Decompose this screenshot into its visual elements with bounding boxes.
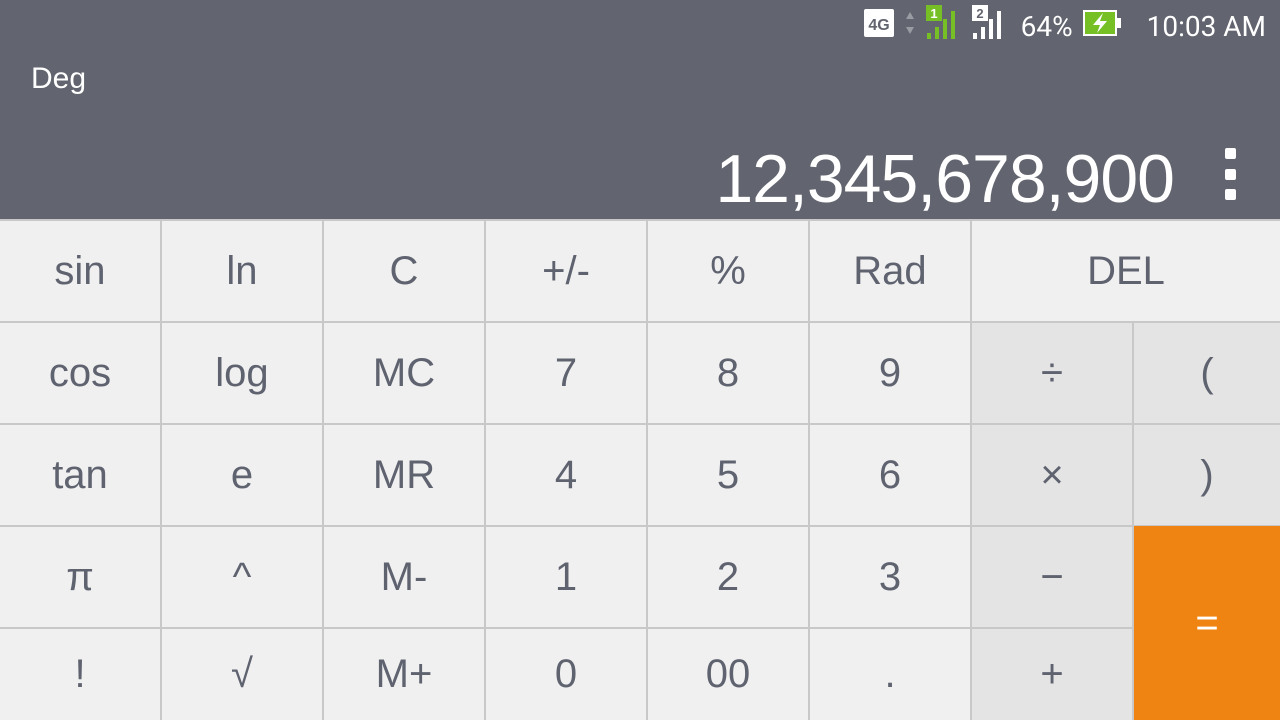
- header: 4G 1 2 64% 10:03 AM Deg 12,345,678,900: [0, 0, 1280, 219]
- digit-2-button[interactable]: 2: [648, 527, 808, 627]
- plus-button[interactable]: +: [972, 629, 1132, 720]
- cos-button[interactable]: cos: [0, 323, 160, 423]
- digit-9-button[interactable]: 9: [810, 323, 970, 423]
- sqrt-button[interactable]: √: [162, 629, 322, 720]
- digit-5-button[interactable]: 5: [648, 425, 808, 525]
- status-time: 10:03 AM: [1146, 9, 1266, 43]
- sin-button[interactable]: sin: [0, 221, 160, 321]
- double-zero-button[interactable]: 00: [648, 629, 808, 720]
- power-button[interactable]: ^: [162, 527, 322, 627]
- status-bar: 4G 1 2 64% 10:03 AM: [863, 4, 1266, 48]
- ln-button[interactable]: ln: [162, 221, 322, 321]
- digit-0-button[interactable]: 0: [486, 629, 646, 720]
- network-4g-icon: 4G: [863, 8, 895, 45]
- battery-charging-icon: [1082, 8, 1123, 45]
- sim1-signal-icon: 1: [925, 4, 961, 48]
- equals-button[interactable]: =: [1134, 526, 1280, 720]
- multiply-button[interactable]: ×: [972, 425, 1132, 525]
- memory-recall-button[interactable]: MR: [324, 425, 484, 525]
- sim2-signal-icon: 2: [971, 4, 1007, 48]
- data-arrows-icon: [905, 8, 915, 45]
- digit-3-button[interactable]: 3: [810, 527, 970, 627]
- minus-button[interactable]: −: [972, 527, 1132, 627]
- menu-dot-icon: [1224, 168, 1236, 180]
- delete-button[interactable]: DEL: [972, 221, 1280, 321]
- digit-6-button[interactable]: 6: [810, 425, 970, 525]
- keypad: sin ln C +/- % Rad DEL cos log MC 7 8 9 …: [0, 219, 1280, 720]
- sim1-label: 1: [930, 6, 937, 21]
- decimal-button[interactable]: .: [810, 629, 970, 720]
- menu-dot-icon: [1224, 189, 1236, 200]
- memory-add-button[interactable]: M+: [324, 629, 484, 720]
- digit-4-button[interactable]: 4: [486, 425, 646, 525]
- memory-clear-button[interactable]: MC: [324, 323, 484, 423]
- tan-button[interactable]: tan: [0, 425, 160, 525]
- battery-percent: 64%: [1020, 9, 1073, 43]
- menu-dot-icon: [1224, 148, 1236, 159]
- left-paren-button[interactable]: (: [1134, 323, 1280, 423]
- factorial-button[interactable]: !: [0, 629, 160, 720]
- plus-minus-button[interactable]: +/-: [486, 221, 646, 321]
- angle-mode-indicator: Deg: [31, 62, 87, 95]
- percent-button[interactable]: %: [648, 221, 808, 321]
- memory-subtract-button[interactable]: M-: [324, 527, 484, 627]
- digit-8-button[interactable]: 8: [648, 323, 808, 423]
- digit-1-button[interactable]: 1: [486, 527, 646, 627]
- log-button[interactable]: log: [162, 323, 322, 423]
- network-type-label: 4G: [868, 17, 889, 34]
- clear-button[interactable]: C: [324, 221, 484, 321]
- right-paren-button[interactable]: ): [1134, 425, 1280, 525]
- euler-button[interactable]: e: [162, 425, 322, 525]
- sim2-label: 2: [976, 6, 983, 21]
- digit-7-button[interactable]: 7: [486, 323, 646, 423]
- divide-button[interactable]: ÷: [972, 323, 1132, 423]
- overflow-menu-button[interactable]: [1210, 148, 1250, 200]
- pi-button[interactable]: π: [0, 527, 160, 627]
- rad-button[interactable]: Rad: [810, 221, 970, 321]
- result-display: 12,345,678,900: [715, 141, 1175, 217]
